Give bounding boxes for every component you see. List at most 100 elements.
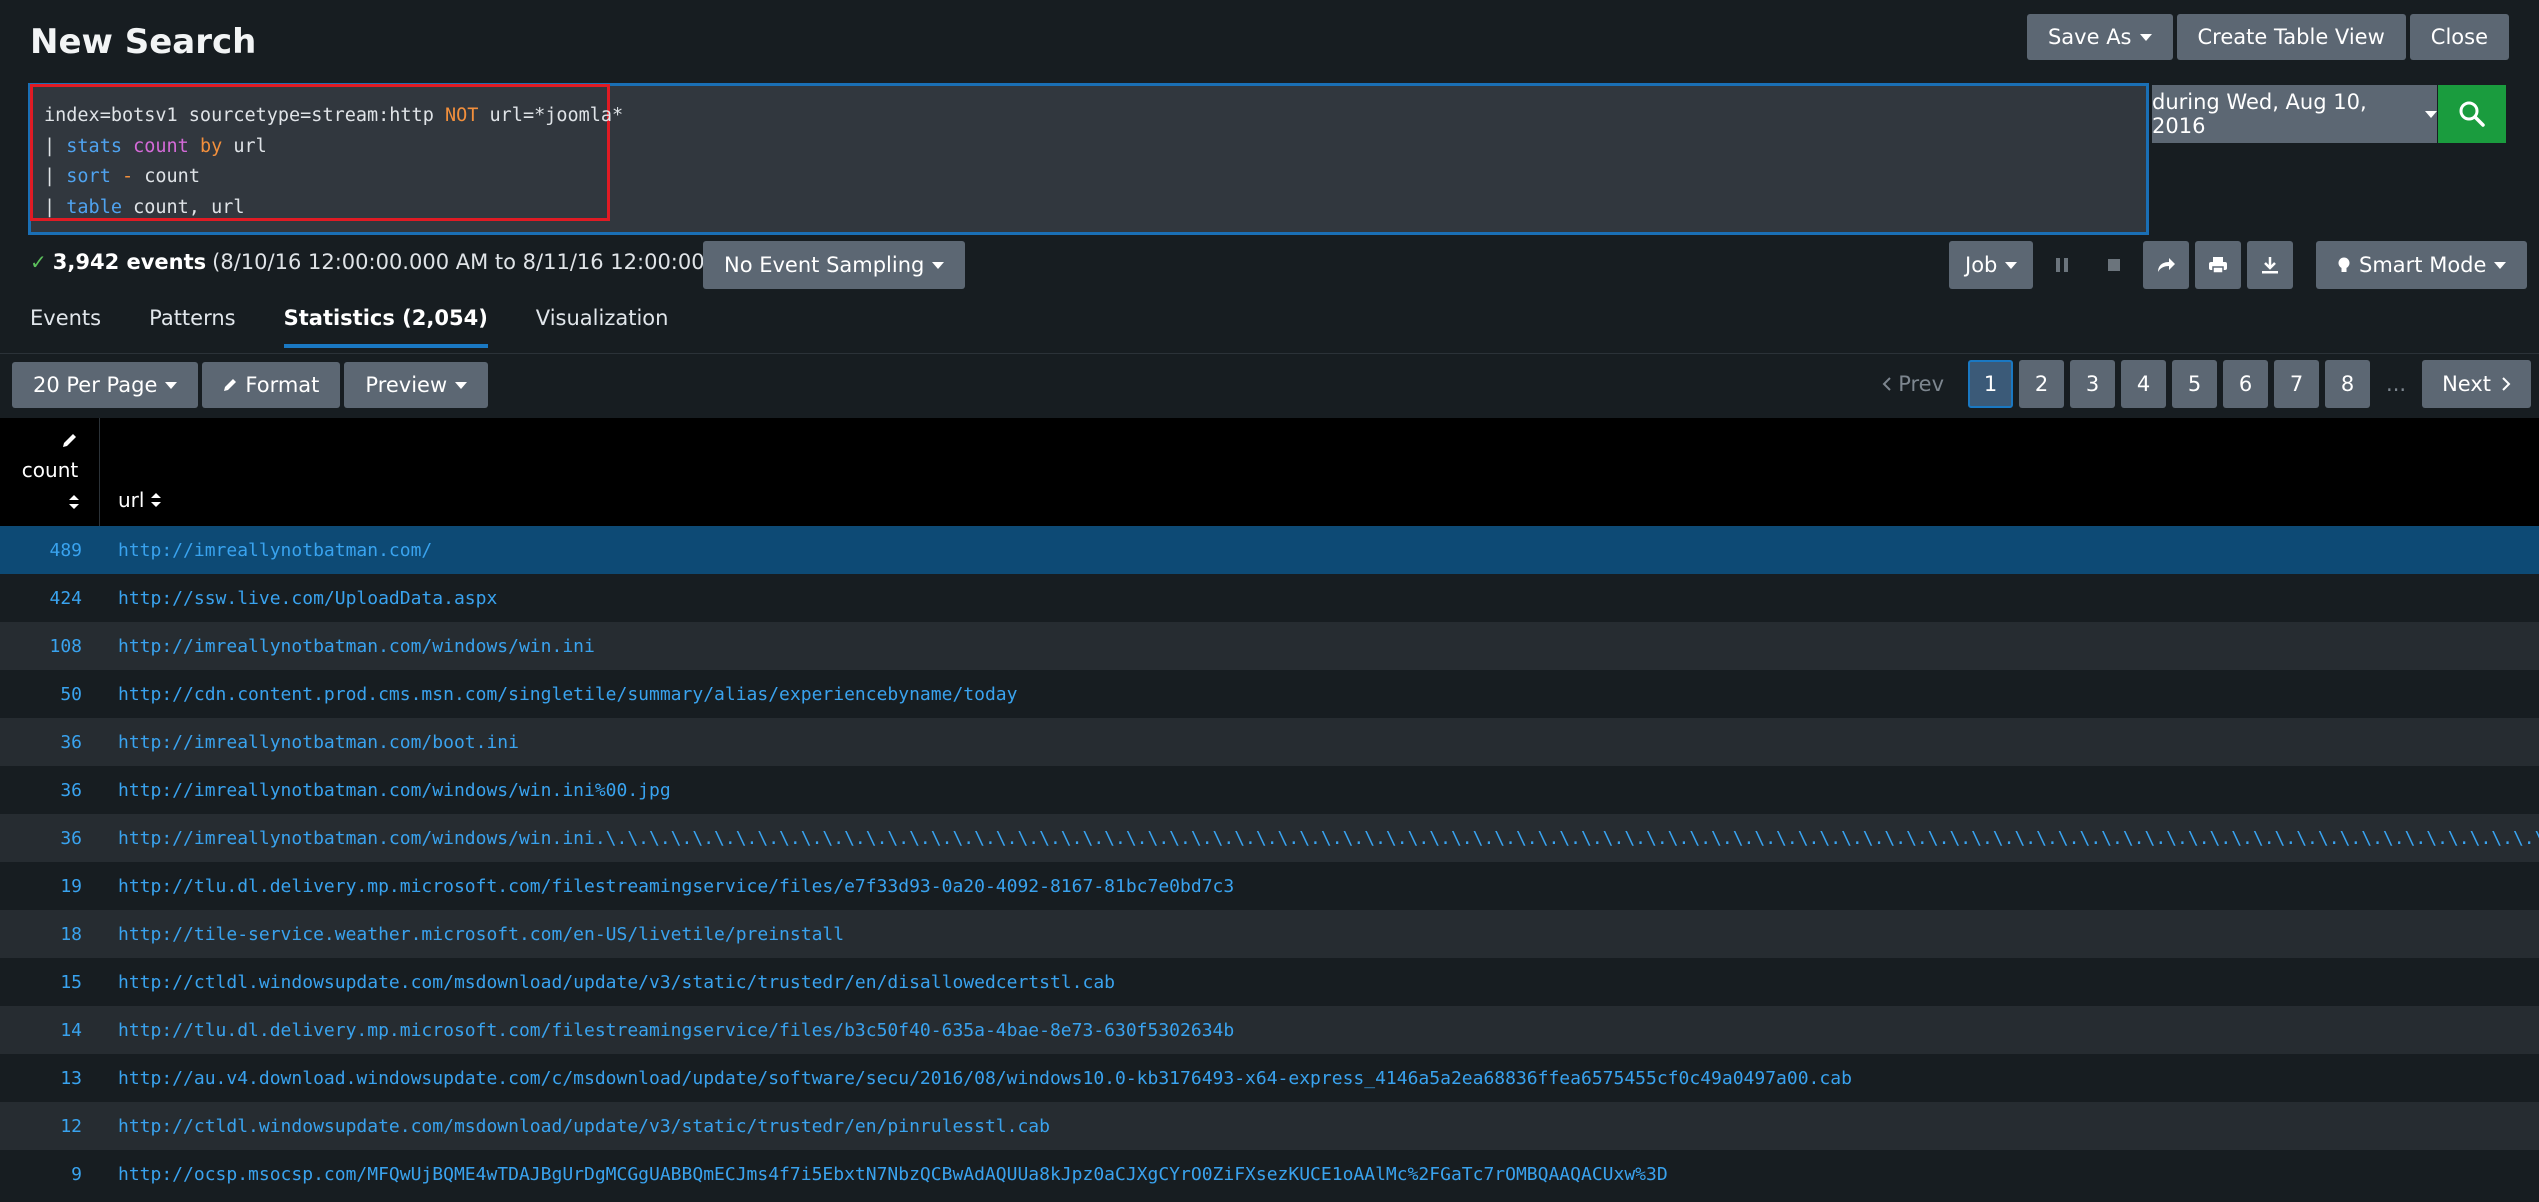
prev-label: Prev xyxy=(1898,372,1945,396)
event-sampling-dropdown[interactable]: No Event Sampling xyxy=(703,241,966,289)
count-cell[interactable]: 36 xyxy=(0,780,100,801)
caret-down-icon xyxy=(2425,110,2437,118)
print-button[interactable] xyxy=(2195,241,2242,289)
url-cell[interactable]: http://cdn.content.prod.cms.msn.com/sing… xyxy=(100,684,2539,705)
search-mode-label: Smart Mode xyxy=(2359,253,2487,277)
table-row[interactable]: 14 http://tlu.dl.delivery.mp.microsoft.co… xyxy=(0,1006,2539,1054)
url-cell[interactable]: http://tile-service.weather.microsoft.co… xyxy=(100,924,2539,945)
table-row[interactable]: 12 http://ctldl.windowsupdate.com/msdownl… xyxy=(0,1102,2539,1150)
count-cell[interactable]: 108 xyxy=(0,636,100,657)
column-header-url[interactable]: url xyxy=(118,488,162,512)
save-as-button[interactable]: Save As xyxy=(2026,14,2173,60)
search-query-text[interactable]: index=botsv1 sourcetype=stream:http NOT … xyxy=(44,101,623,223)
count-cell[interactable]: 489 xyxy=(0,540,100,561)
page-8-button[interactable]: 8 xyxy=(2325,360,2371,408)
count-cell[interactable]: 18 xyxy=(0,924,100,945)
pause-button[interactable] xyxy=(2039,241,2085,289)
table-row[interactable]: 36 http://imreallynotbatman.com/windows/w… xyxy=(0,766,2539,814)
page-1-button[interactable]: 1 xyxy=(1968,360,2014,408)
table-row[interactable]: 36 http://imreallynotbatman.com/boot.ini xyxy=(0,718,2539,766)
caret-down-icon xyxy=(2139,33,2152,41)
format-label: Format xyxy=(245,373,320,397)
count-cell[interactable]: 15 xyxy=(0,972,100,993)
url-cell[interactable]: http://ocsp.msocsp.com/MFQwUjBQME4wTDAJB… xyxy=(100,1164,2539,1185)
tab-patterns[interactable]: Patterns xyxy=(149,306,236,348)
count-cell[interactable]: 14 xyxy=(0,1020,100,1041)
url-cell[interactable]: http://tlu.dl.delivery.mp.microsoft.com/… xyxy=(100,1020,2539,1041)
url-cell[interactable]: http://imreallynotbatman.com/ xyxy=(100,540,2539,561)
share-button[interactable] xyxy=(2143,241,2190,289)
url-cell[interactable]: http://tlu.dl.delivery.mp.microsoft.com/… xyxy=(100,876,2539,897)
table-row[interactable]: 18 http://tile-service.weather.microsoft.… xyxy=(0,910,2539,958)
preview-label: Preview xyxy=(365,373,448,397)
sort-icon[interactable] xyxy=(68,494,80,510)
column-label-count: count xyxy=(21,458,79,482)
check-icon: ✓ xyxy=(30,250,47,274)
url-cell[interactable]: http://imreallynotbatman.com/windows/win… xyxy=(100,828,2539,849)
share-icon xyxy=(2158,258,2176,272)
sort-icon xyxy=(151,493,162,507)
url-cell[interactable]: http://ssw.live.com/UploadData.aspx xyxy=(100,588,2539,609)
table-row[interactable]: 13 http://au.v4.download.windowsupdate.co… xyxy=(0,1054,2539,1102)
pagination: Prev 1 2 3 4 5 6 7 8 ... Next xyxy=(1872,360,2531,408)
url-cell[interactable]: http://imreallynotbatman.com/windows/win… xyxy=(100,636,2539,657)
tab-statistics[interactable]: Statistics (2,054) xyxy=(283,306,488,348)
format-button[interactable]: Format xyxy=(202,362,341,408)
page-3-button[interactable]: 3 xyxy=(2070,360,2116,408)
url-cell[interactable]: http://ctldl.windowsupdate.com/msdownloa… xyxy=(100,972,2539,993)
top-actions: Save As Create Table View Close xyxy=(2026,14,2509,60)
table-row[interactable]: 15 http://ctldl.windowsupdate.com/msdownl… xyxy=(0,958,2539,1006)
search-button[interactable] xyxy=(2438,85,2506,143)
table-header: count url xyxy=(0,418,2539,526)
search-mode-dropdown[interactable]: Smart Mode xyxy=(2316,241,2528,289)
url-cell[interactable]: http://imreallynotbatman.com/boot.ini xyxy=(100,732,2539,753)
next-page-button[interactable]: Next xyxy=(2422,360,2531,408)
table-row[interactable]: 424 http://ssw.live.com/UploadData.aspx xyxy=(0,574,2539,622)
column-header-count[interactable]: count xyxy=(0,418,100,526)
count-cell[interactable]: 36 xyxy=(0,732,100,753)
tabs-divider xyxy=(0,353,2539,354)
chevron-left-icon xyxy=(1882,377,1891,391)
url-cell[interactable]: http://imreallynotbatman.com/windows/win… xyxy=(100,780,2539,801)
url-cell[interactable]: http://au.v4.download.windowsupdate.com/… xyxy=(100,1068,2539,1089)
count-cell[interactable]: 424 xyxy=(0,588,100,609)
count-cell[interactable]: 12 xyxy=(0,1116,100,1137)
stop-button[interactable] xyxy=(2091,241,2137,289)
table-row[interactable]: 108 http://imreallynotbatman.com/windows/… xyxy=(0,622,2539,670)
pencil-icon[interactable] xyxy=(62,432,78,448)
save-as-label: Save As xyxy=(2047,25,2132,49)
preview-dropdown[interactable]: Preview xyxy=(344,362,489,408)
page-6-button[interactable]: 6 xyxy=(2223,360,2269,408)
table-row[interactable]: 36 http://imreallynotbatman.com/windows/w… xyxy=(0,814,2539,862)
table-row[interactable]: 9 http://ocsp.msocsp.com/MFQwUjBQME4wTDAJ… xyxy=(0,1150,2539,1198)
count-cell[interactable]: 13 xyxy=(0,1068,100,1089)
table-row[interactable]: 19 http://tlu.dl.delivery.mp.microsoft.co… xyxy=(0,862,2539,910)
caret-down-icon xyxy=(2005,261,2018,269)
caret-down-icon xyxy=(165,381,178,389)
page-7-button[interactable]: 7 xyxy=(2274,360,2320,408)
page-4-button[interactable]: 4 xyxy=(2121,360,2167,408)
count-cell[interactable]: 19 xyxy=(0,876,100,897)
page-5-button[interactable]: 5 xyxy=(2172,360,2218,408)
time-range-picker[interactable]: during Wed, Aug 10, 2016 xyxy=(2152,85,2437,143)
table-row[interactable]: 489 http://imreallynotbatman.com/ xyxy=(0,526,2539,574)
results-tabs: Events Patterns Statistics (2,054) Visua… xyxy=(30,306,668,348)
tab-visualization[interactable]: Visualization xyxy=(536,306,669,348)
chevron-right-icon xyxy=(2502,377,2511,391)
caret-down-icon xyxy=(455,381,468,389)
per-page-dropdown[interactable]: 20 Per Page xyxy=(12,362,199,408)
export-button[interactable] xyxy=(2247,241,2294,289)
page-2-button[interactable]: 2 xyxy=(2019,360,2065,408)
count-cell[interactable]: 36 xyxy=(0,828,100,849)
url-cell[interactable]: http://ctldl.windowsupdate.com/msdownloa… xyxy=(100,1116,2539,1137)
count-cell[interactable]: 50 xyxy=(0,684,100,705)
prev-page-button[interactable]: Prev xyxy=(1872,372,1962,396)
search-icon xyxy=(2459,101,2485,127)
close-button[interactable]: Close xyxy=(2409,14,2509,60)
count-cell[interactable]: 9 xyxy=(0,1164,100,1185)
next-label: Next xyxy=(2442,372,2491,396)
tab-events[interactable]: Events xyxy=(30,306,101,348)
table-row[interactable]: 50 http://cdn.content.prod.cms.msn.com/si… xyxy=(0,670,2539,718)
job-menu-button[interactable]: Job xyxy=(1949,241,2034,289)
create-table-view-button[interactable]: Create Table View xyxy=(2176,14,2406,60)
